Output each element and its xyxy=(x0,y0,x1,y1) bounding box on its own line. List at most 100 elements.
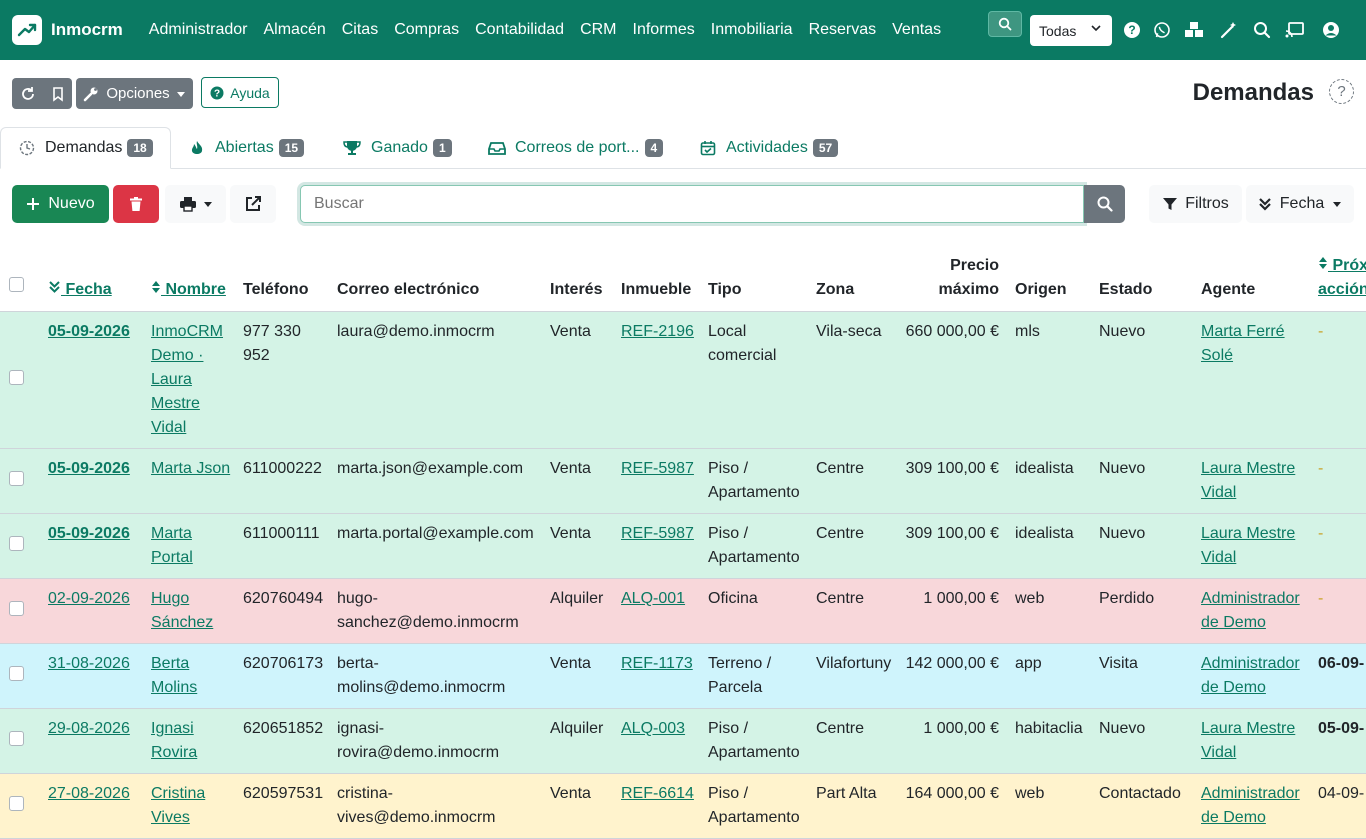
column-header-inmueble[interactable]: Inmueble xyxy=(621,278,691,302)
table-row[interactable]: 05-09-2026 InmoCRM Demo · Laura Mestre V… xyxy=(0,312,1366,449)
column-header-tipo[interactable]: Tipo xyxy=(708,278,741,302)
open-external-button[interactable] xyxy=(230,185,276,223)
select-all-checkbox[interactable] xyxy=(9,277,24,292)
cell-fecha[interactable]: 05-09-2026 xyxy=(48,320,130,344)
brand[interactable]: Inmocrm xyxy=(12,15,149,45)
search-button[interactable] xyxy=(1084,185,1125,223)
cell-agente[interactable]: Administrador de Demo xyxy=(1201,782,1311,830)
cell-inmueble[interactable]: REF-6614 xyxy=(621,782,694,806)
nav-item-citas[interactable]: Citas xyxy=(342,21,378,39)
cell-inmueble[interactable]: ALQ-003 xyxy=(621,717,685,741)
row-checkbox[interactable] xyxy=(9,370,24,385)
cell-fecha[interactable]: 02-09-2026 xyxy=(48,587,130,611)
table-row[interactable]: 05-09-2026 Marta Json 611000222 marta.js… xyxy=(0,449,1366,514)
table-row[interactable]: 27-08-2026 Cristina Vives 620597531 cris… xyxy=(0,774,1366,839)
bookmark-icon[interactable] xyxy=(51,86,65,102)
cell-agente[interactable]: Administrador de Demo xyxy=(1201,587,1311,635)
help-button[interactable]: ? Ayuda xyxy=(201,77,279,108)
cell-nombre[interactable]: InmoCRM Demo · Laura Mestre Vidal xyxy=(151,320,231,440)
column-header-estado[interactable]: Estado xyxy=(1099,278,1152,302)
question-circle-icon[interactable]: ? xyxy=(1122,20,1142,40)
cell-nombre[interactable]: Marta Portal xyxy=(151,522,231,570)
nav-item-administrador[interactable]: Administrador xyxy=(149,21,248,39)
column-header-correo[interactable]: Correo electrónico xyxy=(337,278,479,302)
column-header-agente[interactable]: Agente xyxy=(1201,278,1255,302)
search-icon xyxy=(1097,196,1113,212)
row-checkbox[interactable] xyxy=(9,471,24,486)
question-circle-icon[interactable]: ? xyxy=(1329,79,1354,104)
table-row[interactable]: 05-09-2026 Marta Portal 611000111 marta.… xyxy=(0,514,1366,579)
column-header-proxima-accion[interactable]: Próx acción xyxy=(1318,254,1366,302)
cell-nombre[interactable]: Ignasi Rovira xyxy=(151,717,231,765)
tab-abiertas[interactable]: Abiertas 15 xyxy=(190,127,305,169)
row-checkbox[interactable] xyxy=(9,601,24,616)
search-input[interactable] xyxy=(300,185,1084,223)
column-header-fecha[interactable]: Fecha xyxy=(48,278,112,302)
nav-item-almacen[interactable]: Almacén xyxy=(264,21,326,39)
cell-inmueble[interactable]: REF-2196 xyxy=(621,320,694,344)
new-button[interactable]: Nuevo xyxy=(12,185,109,223)
row-checkbox[interactable] xyxy=(9,796,24,811)
filters-button[interactable]: Filtros xyxy=(1149,185,1242,223)
whatsapp-icon[interactable] xyxy=(1152,20,1172,40)
cell-fecha[interactable]: 05-09-2026 xyxy=(48,457,130,481)
nav-item-inmobiliaria[interactable]: Inmobiliaria xyxy=(711,21,793,39)
cell-origen: web xyxy=(1015,785,1045,802)
cell-inmueble[interactable]: REF-1173 xyxy=(621,652,693,676)
cell-agente[interactable]: Laura Mestre Vidal xyxy=(1201,717,1311,765)
print-button[interactable] xyxy=(165,185,226,223)
tab-ganado[interactable]: Ganado 1 xyxy=(343,127,452,169)
options-button[interactable]: Opciones xyxy=(76,78,193,109)
cell-fecha[interactable]: 29-08-2026 xyxy=(48,717,130,741)
cell-agente[interactable]: Administrador de Demo xyxy=(1201,652,1311,700)
cell-inmueble[interactable]: REF-5987 xyxy=(621,522,694,546)
tab-actividades[interactable]: Actividades 57 xyxy=(700,127,839,169)
sort-button[interactable]: Fecha xyxy=(1246,185,1354,223)
row-checkbox[interactable] xyxy=(9,666,24,681)
row-checkbox[interactable] xyxy=(9,731,24,746)
column-header-telefono[interactable]: Teléfono xyxy=(243,278,308,302)
cell-nombre[interactable]: Marta Json xyxy=(151,457,231,481)
cell-fecha[interactable]: 05-09-2026 xyxy=(48,522,130,546)
nav-item-compras[interactable]: Compras xyxy=(394,21,459,39)
cell-inmueble[interactable]: REF-5987 xyxy=(621,457,694,481)
table-row[interactable]: 31-08-2026 Berta Molins 620706173 berta-… xyxy=(0,644,1366,709)
refresh-icon[interactable] xyxy=(20,86,36,102)
nav-item-reservas[interactable]: Reservas xyxy=(809,21,877,39)
search-icon[interactable] xyxy=(1252,20,1272,40)
nav-item-crm[interactable]: CRM xyxy=(580,21,616,39)
table-row[interactable]: 02-09-2026 Hugo Sánchez 620760494 hugo-s… xyxy=(0,579,1366,644)
company-select[interactable]: Todas xyxy=(1030,15,1112,46)
nav-item-ventas[interactable]: Ventas xyxy=(892,21,941,39)
cell-nombre[interactable]: Cristina Vives xyxy=(151,782,231,830)
cell-nombre[interactable]: Berta Molins xyxy=(151,652,231,700)
row-checkbox[interactable] xyxy=(9,536,24,551)
nav-search-button[interactable] xyxy=(988,11,1022,37)
table-row[interactable]: 29-08-2026 Ignasi Rovira 620651852 ignas… xyxy=(0,709,1366,774)
tab-demandas[interactable]: Demandas 18 xyxy=(0,127,171,169)
cell-zona: Centre xyxy=(816,590,865,607)
cell-zona: Centre xyxy=(816,525,865,542)
delete-button[interactable] xyxy=(113,185,159,223)
cell-tipo: Piso / Apartamento xyxy=(708,525,800,566)
cell-agente[interactable]: Marta Ferré Solé xyxy=(1201,320,1311,368)
user-circle-icon[interactable] xyxy=(1321,20,1341,40)
cell-fecha[interactable]: 27-08-2026 xyxy=(48,782,130,806)
tab-correos-portales[interactable]: Correos de port... 4 xyxy=(488,127,664,169)
cubes-icon[interactable] xyxy=(1184,20,1204,40)
cast-icon[interactable] xyxy=(1285,20,1305,40)
column-header-precio[interactable]: Precio máximo xyxy=(939,254,999,302)
nav-item-contabilidad[interactable]: Contabilidad xyxy=(475,21,564,39)
column-header-zona[interactable]: Zona xyxy=(816,278,854,302)
cell-agente[interactable]: Laura Mestre Vidal xyxy=(1201,522,1311,570)
nav-item-informes[interactable]: Informes xyxy=(633,21,695,39)
cell-inmueble[interactable]: ALQ-001 xyxy=(621,587,685,611)
cell-fecha[interactable]: 31-08-2026 xyxy=(48,652,130,676)
column-header-origen[interactable]: Origen xyxy=(1015,278,1067,302)
column-header-interes[interactable]: Interés xyxy=(550,278,602,302)
cell-origen: mls xyxy=(1015,323,1040,340)
magic-wand-icon[interactable] xyxy=(1219,20,1239,40)
cell-agente[interactable]: Laura Mestre Vidal xyxy=(1201,457,1311,505)
cell-nombre[interactable]: Hugo Sánchez xyxy=(151,587,231,635)
column-header-nombre[interactable]: Nombre xyxy=(151,278,226,302)
